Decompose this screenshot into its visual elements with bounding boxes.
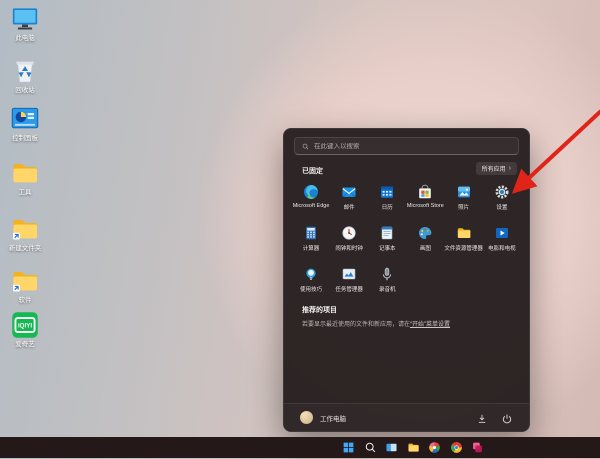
pinned-apps-grid: Microsoft Edge 邮件 日历 Microsoft Store 照片 设置计算器… <box>292 181 521 302</box>
iqiyi-icon: iQIYI <box>10 310 40 340</box>
pinned-app-explorer[interactable]: 文件资源管理器 <box>444 222 483 261</box>
start-settings-link[interactable]: “开始”菜单设置 <box>410 322 450 328</box>
pinned-app-calendar[interactable]: 日历 <box>368 181 406 220</box>
settings-icon <box>494 184 510 200</box>
search-icon <box>302 143 309 150</box>
taskbar-file-explorer-icon[interactable] <box>407 441 420 454</box>
desktop-icon-label: 工具 <box>19 189 32 196</box>
pinned-app-label: 画图 <box>420 244 431 252</box>
pinned-app-photos[interactable]: 照片 <box>444 181 483 220</box>
recorder-icon <box>379 266 395 282</box>
explorer-icon <box>456 225 472 241</box>
taskbar-colorful-wheel-icon[interactable] <box>428 441 441 454</box>
pinned-app-label: 使用技巧 <box>300 285 322 293</box>
desktop-icon-label: 软件 <box>19 297 32 304</box>
start-user-bar: 工作电脑 <box>284 403 529 431</box>
desktop-icon-label: 此电脑 <box>15 35 35 42</box>
pinned-app-label: 录音机 <box>379 285 396 293</box>
taskbar-chrome-icon[interactable] <box>450 441 463 454</box>
pinned-app-clock[interactable]: 闹钟和时钟 <box>330 222 368 261</box>
pinned-app-label: 任务管理器 <box>335 285 363 293</box>
pc-icon <box>10 4 40 34</box>
recommended-empty-text: 若要显示最近使用的文件和新应用，请在“开始”菜单设置 <box>302 321 515 330</box>
calendar-icon <box>379 184 395 200</box>
recommended-section-header: 推荐的项目 <box>302 305 337 315</box>
pinned-app-label: 记事本 <box>379 244 396 252</box>
pinned-app-label: 设置 <box>496 203 507 211</box>
pinned-app-mail[interactable]: 邮件 <box>330 181 368 220</box>
notepad-icon <box>379 225 395 241</box>
desktop-icon-pc[interactable]: 此电脑 <box>2 4 48 42</box>
store-icon <box>417 184 433 200</box>
pinned-app-label: 计算器 <box>303 244 320 252</box>
taskbar-start-icon[interactable] <box>342 441 355 454</box>
pinned-section-header: 已固定 <box>302 166 323 176</box>
pinned-app-label: 照片 <box>458 203 469 211</box>
taskbar-task-view-icon[interactable] <box>385 441 398 454</box>
pinned-app-label: 日历 <box>382 203 393 211</box>
folder-icon <box>10 158 40 188</box>
desktop-icon-iqiyi[interactable]: iQIYI 爱奇艺 <box>2 310 48 348</box>
pinned-app-taskmgr[interactable]: 任务管理器 <box>330 263 368 302</box>
taskbar-search-icon[interactable] <box>364 441 377 454</box>
pinned-app-tips[interactable]: 使用技巧 <box>292 263 330 302</box>
taskbar <box>0 437 600 458</box>
paint-icon <box>417 225 433 241</box>
recommended-text: 若要显示最近使用的文件和新应用，请在 <box>302 322 410 328</box>
power-icon[interactable] <box>501 412 513 424</box>
desktop-icon-folder[interactable]: 工具 <box>2 158 48 196</box>
desktop-icon-blueapp[interactable]: 控制面板 <box>2 104 48 142</box>
desktop-icon-label: 回收站 <box>15 87 35 94</box>
clock-icon <box>341 225 357 241</box>
pinned-app-settings[interactable]: 设置 <box>483 181 521 220</box>
start-search-box[interactable] <box>294 137 519 155</box>
pinned-app-label: 邮件 <box>344 203 355 211</box>
blueapp-icon <box>10 104 40 134</box>
chevron-right-icon: › <box>509 165 511 172</box>
photos-icon <box>456 184 472 200</box>
mail-icon <box>341 184 357 200</box>
taskbar-icons <box>342 441 484 454</box>
svg-text:iQIYI: iQIYI <box>18 323 32 330</box>
pinned-app-label: 电影和电视 <box>488 244 516 252</box>
desktop-icon-label: 爱奇艺 <box>15 341 35 348</box>
user-avatar[interactable] <box>300 411 313 424</box>
pinned-app-calculator[interactable]: 计算器 <box>292 222 330 261</box>
pinned-app-paint[interactable]: 画图 <box>406 222 444 261</box>
pinned-app-label: 闹钟和时钟 <box>335 244 363 252</box>
recycle-icon <box>10 56 40 86</box>
pinned-app-recorder[interactable]: 录音机 <box>368 263 406 302</box>
tips-icon <box>303 266 319 282</box>
all-apps-label: 所有应用 <box>482 164 506 173</box>
desktop-icon-label: 新建文件夹 <box>9 245 42 252</box>
pinned-app-label: Microsoft Edge <box>293 203 330 209</box>
user-name: 工作电脑 <box>320 413 346 423</box>
desktop-icon-folder_shortcut[interactable]: 软件 <box>2 266 48 304</box>
calculator-icon <box>303 225 319 241</box>
update-and-restart-icon[interactable] <box>476 412 488 424</box>
movies-icon <box>494 225 510 241</box>
taskmgr-icon <box>341 266 357 282</box>
pinned-app-store[interactable]: Microsoft Store <box>406 181 444 220</box>
folder_shortcut-icon <box>10 214 40 244</box>
start-search-input[interactable] <box>314 143 511 150</box>
pinned-app-edge[interactable]: Microsoft Edge <box>292 181 330 220</box>
folder_shortcut-icon <box>10 266 40 296</box>
pinned-app-label: Microsoft Store <box>407 203 444 209</box>
start-menu: 已固定 所有应用 › Microsoft Edge 邮件 日历 Microsoft S… <box>283 128 530 432</box>
desktop-icon-folder_shortcut[interactable]: 新建文件夹 <box>2 214 48 252</box>
desktop-icon-label: 控制面板 <box>12 135 38 142</box>
edge-icon <box>303 184 319 200</box>
pinned-app-label: 文件资源管理器 <box>444 244 483 252</box>
taskbar-pink-app-icon[interactable] <box>471 441 484 454</box>
all-apps-button[interactable]: 所有应用 › <box>476 162 517 175</box>
pinned-app-notepad[interactable]: 记事本 <box>368 222 406 261</box>
pinned-app-movies[interactable]: 电影和电视 <box>483 222 521 261</box>
desktop-icon-recycle[interactable]: 回收站 <box>2 56 48 94</box>
